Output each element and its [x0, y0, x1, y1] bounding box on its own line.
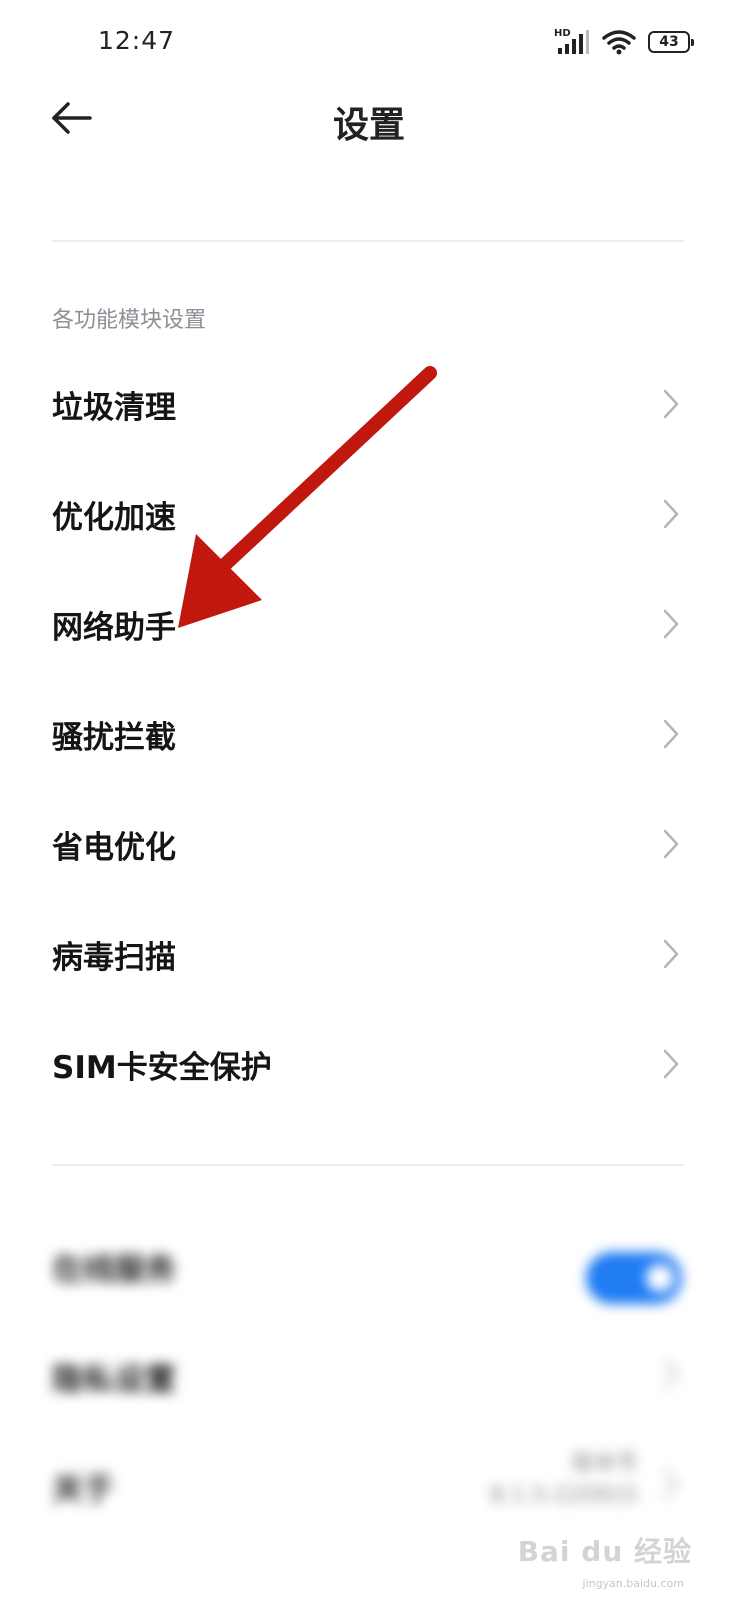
about-row[interactable]: 关于 版本号 8.1.5-220915: [0, 1430, 738, 1540]
page-title: 设置: [332, 105, 405, 146]
menu-item-optimize-speed[interactable]: 优化加速: [0, 460, 738, 570]
version-label: 版本号: [571, 1451, 638, 1476]
online-service-toggle[interactable]: [586, 1252, 682, 1304]
section-divider: [52, 1164, 684, 1166]
baidu-watermark: Bai du 经验: [517, 1535, 692, 1568]
chevron-right-icon: [663, 939, 679, 969]
status-time: 12:47: [98, 26, 176, 55]
baidu-watermark-url: jingyan.baidu.com: [582, 1577, 684, 1590]
menu-item-label: 优化加速: [52, 500, 176, 536]
menu-item-label: 垃圾清理: [52, 390, 176, 426]
chevron-right-icon: [663, 609, 679, 639]
chevron-right-icon: [663, 829, 679, 859]
chevron-right-icon: [663, 1049, 679, 1079]
chevron-right-icon: [663, 1359, 679, 1389]
toggle-knob: [646, 1264, 674, 1292]
about-label: 关于: [52, 1472, 114, 1508]
menu-item-label: 省电优化: [52, 830, 176, 866]
hd-label: HD: [554, 28, 571, 39]
menu-item-junk-clean[interactable]: 垃圾清理: [0, 350, 738, 460]
menu-item-label: 病毒扫描: [52, 940, 176, 976]
privacy-settings-row[interactable]: 隐私设置: [0, 1320, 738, 1430]
chevron-right-icon: [663, 1469, 679, 1499]
chevron-right-icon: [663, 499, 679, 529]
version-info: 版本号 8.1.5-220915: [490, 1448, 638, 1512]
signal-icon: HD: [554, 28, 590, 56]
chevron-right-icon: [663, 719, 679, 749]
menu-item-harassment-block[interactable]: 骚扰拦截: [0, 680, 738, 790]
menu-item-sim-security[interactable]: SIM卡安全保护: [0, 1010, 738, 1120]
menu-item-label: 网络助手: [52, 610, 176, 646]
status-icons: HD 43: [554, 28, 694, 56]
chevron-right-icon: [663, 389, 679, 419]
top-divider: [52, 240, 684, 242]
menu-item-network-assistant[interactable]: 网络助手: [0, 570, 738, 680]
online-service-label: 在线服务: [52, 1252, 176, 1288]
wifi-icon: [602, 30, 636, 55]
menu-item-power-saving[interactable]: 省电优化: [0, 790, 738, 900]
menu-item-virus-scan[interactable]: 病毒扫描: [0, 900, 738, 1010]
battery-indicator: 43: [648, 31, 694, 53]
online-service-row[interactable]: 在线服务: [0, 1210, 738, 1320]
header: 设置: [0, 90, 738, 160]
section-label: 各功能模块设置: [52, 308, 207, 333]
menu-item-label: 骚扰拦截: [52, 720, 176, 756]
status-bar: 12:47 HD 43: [0, 0, 738, 90]
version-value: 8.1.5-220915: [490, 1483, 638, 1508]
privacy-settings-label: 隐私设置: [52, 1362, 176, 1398]
menu-item-label: SIM卡安全保护: [52, 1050, 272, 1086]
